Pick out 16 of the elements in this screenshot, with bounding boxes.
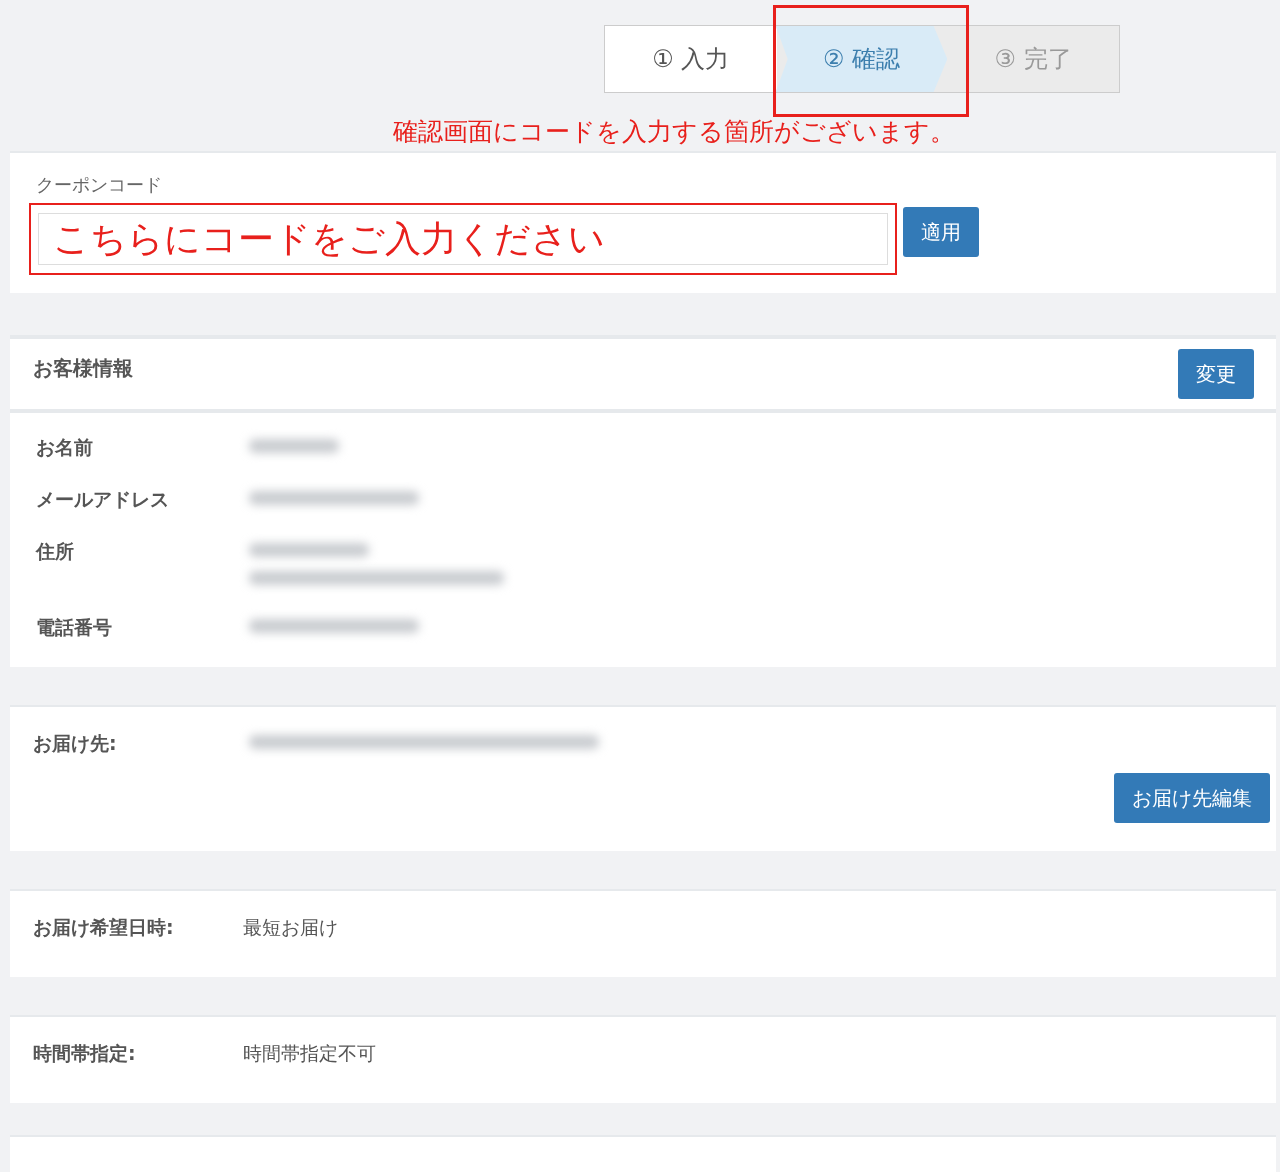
field-label: お届け希望日時: [33, 915, 175, 939]
annotation-note: 確認画面にコードを入力する箇所がございます。 [393, 116, 955, 148]
field-label: 住所 [36, 539, 75, 564]
apply-button[interactable]: 適用 [903, 207, 979, 257]
coupon-code-field[interactable]: こちらにコードをご入力ください [38, 213, 888, 265]
change-button[interactable]: 変更 [1178, 349, 1254, 399]
edit-address-button[interactable]: お届け先編集 [1114, 773, 1270, 823]
field-label: お届け先: [33, 731, 118, 755]
field-label: クーポンコード [36, 173, 162, 197]
field-label: 時間帯指定: [33, 1041, 137, 1065]
field-label: お名前 [36, 435, 94, 460]
field-label: メールアドレス [36, 487, 170, 512]
field-value: 時間帯指定不可 [243, 1041, 376, 1065]
section-title: お客様情報 [33, 354, 133, 382]
field-value: 最短お届け [243, 915, 338, 939]
field-label: 電話番号 [36, 615, 113, 640]
